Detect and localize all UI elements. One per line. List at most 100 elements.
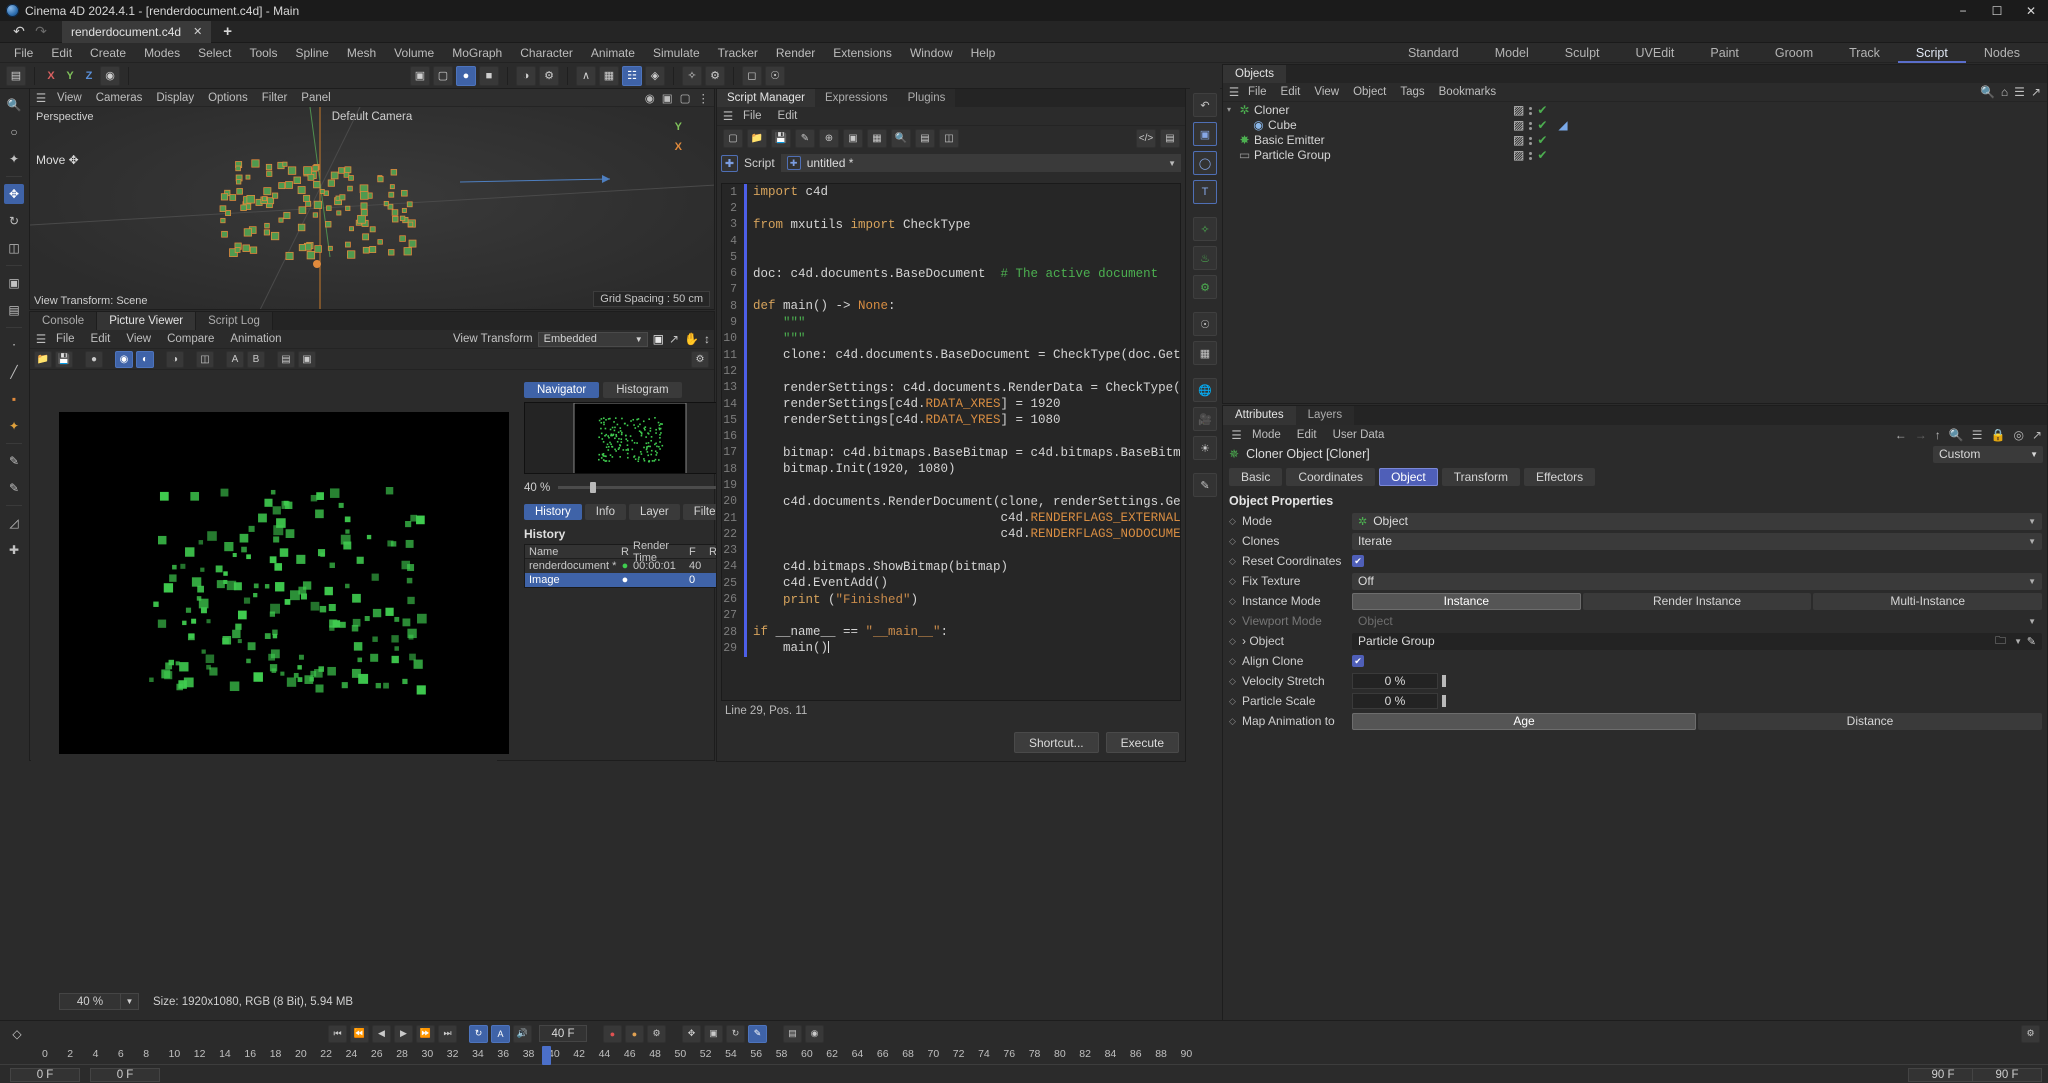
enabled-check-icon[interactable]: ✔: [1537, 133, 1547, 147]
record-icon[interactable]: ●: [603, 1025, 622, 1043]
back-icon[interactable]: ←: [1895, 428, 1907, 442]
flag-icon[interactable]: ◢: [1558, 118, 1567, 132]
pv-menu-edit[interactable]: Edit: [83, 333, 119, 345]
render-region-icon[interactable]: ■: [479, 66, 499, 86]
loop-icon[interactable]: ↻: [469, 1025, 488, 1043]
particle-icon[interactable]: ⚙: [1193, 275, 1217, 299]
mograph-icon[interactable]: ✧: [682, 66, 702, 86]
nav-tab-navigator[interactable]: Navigator: [524, 382, 599, 398]
settings-icon[interactable]: ⚙: [539, 66, 559, 86]
popout-icon[interactable]: ↗: [2031, 85, 2041, 99]
menu-item-character[interactable]: Character: [511, 43, 582, 63]
save-file-icon[interactable]: 💾: [55, 351, 73, 368]
start-frame-field[interactable]: 0 F: [10, 1068, 80, 1082]
layout-tab-groom[interactable]: Groom: [1757, 43, 1831, 63]
layout-tab-sculpt[interactable]: Sculpt: [1547, 43, 1618, 63]
undo-strip-icon[interactable]: ↶: [1193, 93, 1217, 117]
play-icon[interactable]: ▶: [394, 1025, 413, 1043]
segment-render-instance[interactable]: Render Instance: [1583, 593, 1812, 610]
visibility-icon[interactable]: ▨: [1513, 103, 1524, 117]
attributes-subtab-object[interactable]: Object: [1379, 468, 1438, 486]
autokey-toggle-icon[interactable]: A: [491, 1025, 510, 1043]
layout-tab-uvedit[interactable]: UVEdit: [1618, 43, 1693, 63]
hist-tab-layer[interactable]: Layer: [629, 504, 680, 520]
segment-age[interactable]: Age: [1352, 713, 1696, 730]
om-menu-object[interactable]: Object: [1346, 86, 1393, 98]
brush-icon[interactable]: ✎: [4, 451, 24, 471]
menu-item-help[interactable]: Help: [962, 43, 1005, 63]
diamond-icon[interactable]: ◇: [1229, 636, 1242, 647]
dots-icon[interactable]: [1529, 135, 1532, 145]
shortcut-button[interactable]: Shortcut...: [1014, 732, 1099, 753]
autokeying-icon[interactable]: ●: [625, 1025, 644, 1043]
popout-icon[interactable]: ↗: [669, 332, 679, 346]
materials-icon[interactable]: ◑: [516, 66, 536, 86]
move-tool-icon[interactable]: ✥: [4, 184, 24, 204]
generator-icon[interactable]: ▦: [1193, 341, 1217, 365]
om-menu-tags[interactable]: Tags: [1393, 86, 1431, 98]
pan-icon[interactable]: ✋: [684, 332, 699, 346]
dots-icon[interactable]: [1529, 120, 1532, 130]
segment-instance[interactable]: Instance: [1352, 593, 1581, 610]
execute-button[interactable]: Execute: [1106, 732, 1179, 753]
world-axis-icon[interactable]: ◉: [100, 66, 120, 86]
pv-menu-view[interactable]: View: [118, 333, 159, 345]
attribute-select[interactable]: Object▼: [1352, 613, 2042, 630]
attribute-link-field[interactable]: Particle Group🗀▼✎: [1352, 633, 2042, 650]
attribute-checkbox[interactable]: ✔: [1352, 555, 1364, 567]
copy-icon[interactable]: ▤: [277, 351, 295, 368]
attribute-select[interactable]: Off▼: [1352, 573, 2042, 590]
rendered-image[interactable]: [59, 412, 509, 754]
viewport-canvas[interactable]: Perspective Default Camera Move ✥ Y X Vi…: [30, 107, 714, 310]
code-editor[interactable]: 1import c4d23from mxutils import CheckTy…: [721, 183, 1181, 701]
point-mode-icon[interactable]: ⋅: [4, 335, 24, 355]
environment-icon[interactable]: 🌐: [1193, 378, 1217, 402]
minimize-button[interactable]: −: [1946, 0, 1980, 21]
pv-menu-file[interactable]: File: [48, 333, 83, 345]
text-object-icon[interactable]: T: [1193, 180, 1217, 204]
stop-render-icon[interactable]: ●: [85, 351, 103, 368]
attributes-tab-layers[interactable]: Layers: [1296, 406, 1355, 425]
tab-script-manager[interactable]: Script Manager: [717, 89, 815, 107]
autokey-icon[interactable]: ◇: [6, 1024, 28, 1044]
diamond-icon[interactable]: ◇: [1229, 576, 1242, 587]
search-icon[interactable]: 🔍: [1980, 85, 1995, 99]
gamma-icon[interactable]: ◑: [166, 351, 184, 368]
menu-item-file[interactable]: File: [5, 43, 42, 63]
forward-icon[interactable]: →: [1915, 428, 1927, 442]
menu-item-edit[interactable]: Edit: [42, 43, 81, 63]
deformer-icon[interactable]: ◻: [742, 66, 762, 86]
close-button[interactable]: ✕: [2014, 0, 2048, 21]
attribute-number-field[interactable]: 0 %: [1352, 693, 1438, 709]
cube-primitive-icon[interactable]: ▣: [1193, 122, 1217, 146]
chevron-down-icon[interactable]: ▼: [2028, 537, 2036, 546]
new-script-icon[interactable]: ▢: [723, 129, 743, 148]
viewport-grip-icon[interactable]: ☰: [34, 91, 48, 105]
layout-tab-paint[interactable]: Paint: [1692, 43, 1757, 63]
scale-tool-icon[interactable]: ◫: [4, 238, 24, 258]
viewport-menu-panel[interactable]: Panel: [294, 92, 337, 104]
diamond-icon[interactable]: ◇: [1229, 716, 1242, 727]
sm-menu-edit[interactable]: Edit: [770, 110, 806, 122]
text-a-icon[interactable]: A: [226, 351, 244, 368]
filter-icon[interactable]: ☰: [1972, 428, 1983, 442]
spline-pen-icon[interactable]: ✎: [4, 478, 24, 498]
scale-key-icon[interactable]: ▣: [704, 1025, 723, 1043]
filter-icon[interactable]: ☰: [2014, 85, 2025, 99]
texture-mode-icon[interactable]: ✦: [4, 416, 24, 436]
undo-icon[interactable]: ↶: [8, 23, 30, 40]
alpha-channel-icon[interactable]: ◐: [136, 351, 154, 368]
attributes-subtab-transform[interactable]: Transform: [1442, 468, 1520, 486]
om-menu-edit[interactable]: Edit: [1274, 86, 1308, 98]
menu-item-tools[interactable]: Tools: [240, 43, 286, 63]
pv-tab-picture-viewer[interactable]: Picture Viewer: [97, 312, 196, 330]
home-icon[interactable]: ⌂: [2001, 85, 2008, 99]
code-view-icon[interactable]: </>: [1136, 129, 1156, 148]
spline-icon[interactable]: ◯: [1193, 151, 1217, 175]
step-back-icon[interactable]: ⏪: [350, 1025, 369, 1043]
script-file-select[interactable]: ✚ untitled * ▼: [781, 154, 1181, 172]
segment-distance[interactable]: Distance: [1698, 713, 2042, 730]
pencil-icon[interactable]: ✎: [2027, 635, 2036, 648]
object-mode-icon[interactable]: ▤: [4, 300, 24, 320]
diamond-icon[interactable]: ◇: [1229, 656, 1242, 667]
